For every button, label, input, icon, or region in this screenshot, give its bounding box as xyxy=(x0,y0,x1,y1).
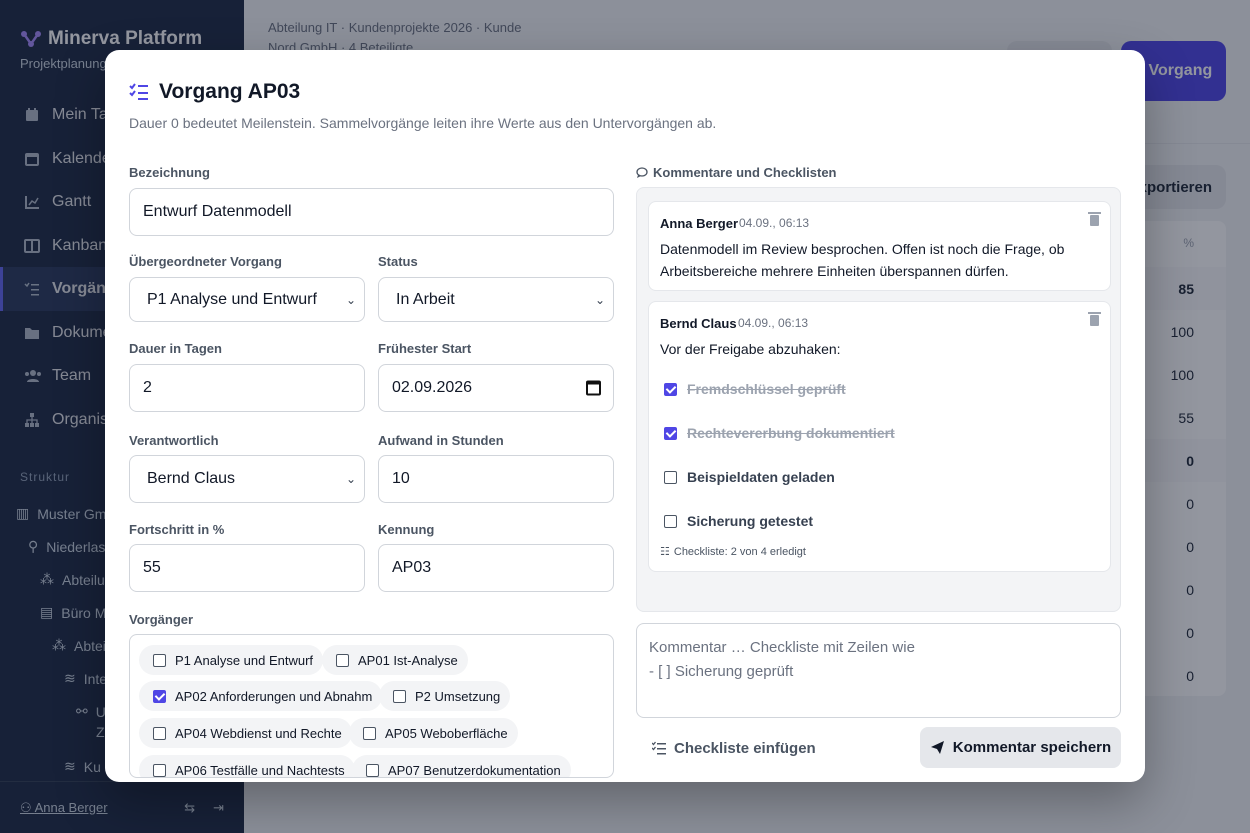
checkbox[interactable] xyxy=(664,514,677,528)
checklist-label: Sicherung getestet xyxy=(687,513,814,529)
predecessor-chip[interactable]: AP02 Anforderungen und Abnahm xyxy=(139,681,383,711)
predecessor-chip[interactable]: AP01 Ist-Analyse xyxy=(322,645,468,675)
status-label: Status xyxy=(378,254,418,269)
trash-icon[interactable] xyxy=(1088,312,1101,326)
checklist-label: Beispieldaten geladen xyxy=(687,469,835,485)
comments-heading: Kommentare und Checklisten xyxy=(636,165,837,180)
list-check-icon xyxy=(652,741,666,755)
effort-input[interactable]: 10 xyxy=(378,455,614,503)
comment-text: Vor der Freigabe abzuhaken: xyxy=(660,341,841,357)
chip-label: AP02 Anforderungen und Abnahm xyxy=(175,688,373,704)
checkbox[interactable] xyxy=(393,689,406,703)
progress-input[interactable]: 55 xyxy=(129,544,365,592)
task-dialog: Vorgang AP03 Dauer 0 bedeutet Meilenstei… xyxy=(105,50,1145,782)
owner-value: Bernd Claus xyxy=(147,470,236,487)
name-label: Bezeichnung xyxy=(129,165,210,180)
calendar-icon[interactable] xyxy=(586,380,601,396)
checkbox[interactable] xyxy=(153,763,166,777)
chip-label: AP05 Weboberfläche xyxy=(385,725,508,741)
tasks-icon xyxy=(129,83,148,100)
predecessor-chip[interactable]: AP06 Testfälle und Nachtests xyxy=(139,755,355,778)
predecessor-chip[interactable]: P2 Umsetzung xyxy=(379,681,511,711)
chevron-down-icon: ⌄ xyxy=(345,292,356,307)
trash-icon[interactable] xyxy=(1088,212,1101,226)
comment-time: 04.09., 06:13 xyxy=(738,316,809,330)
predecessor-chip[interactable]: P1 Analyse und Entwurf xyxy=(139,645,324,675)
start-label: Frühester Start xyxy=(378,341,472,356)
chip-label: P1 Analyse und Entwurf xyxy=(175,652,314,668)
duration-input[interactable]: 2 xyxy=(129,364,365,412)
owner-select[interactable]: Bernd Claus ⌄ xyxy=(129,455,365,503)
dialog-title-text: Vorgang AP03 xyxy=(159,80,301,103)
checkbox[interactable] xyxy=(336,653,349,667)
comment-card: Anna Berger 04.09., 06:13 Datenmodell im… xyxy=(648,201,1111,291)
save-comment-label: Kommentar speichern xyxy=(952,739,1112,756)
checkbox[interactable] xyxy=(153,653,166,667)
list-check-icon: ☷ xyxy=(660,546,670,558)
comment-text: Datenmodell im Review besprochen. Offen … xyxy=(660,241,1065,257)
checklist-summary-text: Checkliste: 2 von 4 erledigt xyxy=(673,545,806,558)
comment-author: Anna Berger xyxy=(660,216,739,231)
comment-time: 04.09., 06:13 xyxy=(739,216,810,230)
id-label: Kennung xyxy=(378,522,435,537)
owner-label: Verantwortlich xyxy=(129,433,219,448)
checkbox[interactable] xyxy=(664,470,677,484)
predecessor-chip[interactable]: AP04 Webdienst und Rechte xyxy=(139,718,352,748)
checklist-summary: ☷ Checkliste: 2 von 4 erledigt xyxy=(660,545,806,559)
checklist-label: Rechtevererbung dokumentiert xyxy=(687,425,895,441)
chip-label: AP07 Benutzerdokumentation xyxy=(388,762,561,778)
checkbox[interactable] xyxy=(363,726,376,740)
name-input[interactable]: Entwurf Datenmodell xyxy=(129,188,614,236)
insert-checklist-button[interactable]: Checkliste einfügen xyxy=(652,730,816,766)
checkbox[interactable] xyxy=(153,689,166,703)
chip-label: P2 Umsetzung xyxy=(415,688,501,704)
dialog-subtitle: Dauer 0 bedeutet Meilenstein. Sammelvorg… xyxy=(129,115,717,131)
checkbox[interactable] xyxy=(153,726,166,740)
dialog-title: Vorgang AP03 xyxy=(129,80,300,104)
checkbox[interactable] xyxy=(664,382,677,396)
predecessor-chip[interactable]: AP05 Weboberfläche xyxy=(349,718,518,748)
chip-label: AP04 Webdienst und Rechte xyxy=(175,725,342,741)
progress-label: Fortschritt in % xyxy=(129,522,225,537)
effort-label: Aufwand in Stunden xyxy=(378,433,504,448)
duration-label: Dauer in Tagen xyxy=(129,341,222,356)
comments-panel: Anna Berger 04.09., 06:13 Datenmodell im… xyxy=(636,187,1121,612)
comment-textarea[interactable]: Kommentar … Checkliste mit Zeilen wie - … xyxy=(636,623,1121,718)
parent-value: P1 Analyse und Entwurf xyxy=(147,290,317,308)
checklist-item[interactable]: Rechtevererbung dokumentiert xyxy=(664,425,895,441)
checkbox[interactable] xyxy=(664,426,677,440)
chip-label: AP06 Testfälle und Nachtests xyxy=(175,762,345,778)
comments-heading-text: Kommentare und Checklisten xyxy=(653,165,837,180)
start-value: 02.09.2026 xyxy=(392,379,473,396)
checklist-item[interactable]: Sicherung getestet xyxy=(664,513,813,529)
save-comment-button[interactable]: Kommentar speichern xyxy=(920,727,1121,768)
send-icon xyxy=(930,741,944,754)
checkbox[interactable] xyxy=(366,763,379,777)
chip-label: AP01 Ist-Analyse xyxy=(358,652,458,668)
comment-card: Bernd Claus 04.09., 06:13 Vor der Freiga… xyxy=(648,301,1111,572)
predecessor-chip[interactable]: AP07 Benutzerdokumentation xyxy=(352,755,571,778)
status-select[interactable]: In Arbeit ⌄ xyxy=(378,277,614,322)
comment-icon xyxy=(636,166,648,178)
parent-label: Übergeordneter Vorgang xyxy=(129,254,282,269)
predecessor-label: Vorgänger xyxy=(129,612,194,627)
checklist-item[interactable]: Beispieldaten geladen xyxy=(664,469,835,485)
id-input[interactable]: AP03 xyxy=(378,544,614,592)
parent-select[interactable]: P1 Analyse und Entwurf ⌄ xyxy=(129,277,365,322)
comment-text: Arbeitsbereiche mehrere Einheiten übersp… xyxy=(660,263,1009,279)
comment-author: Bernd Claus xyxy=(660,316,737,331)
checklist-label: Fremdschlüssel geprüft xyxy=(687,381,846,397)
predecessor-list: P1 Analyse und Entwurf AP01 Ist-Analyse … xyxy=(129,634,614,778)
checklist-item[interactable]: Fremdschlüssel geprüft xyxy=(664,381,846,397)
status-value: In Arbeit xyxy=(396,290,455,308)
chevron-down-icon: ⌄ xyxy=(594,292,605,307)
start-date-input[interactable]: 02.09.2026 xyxy=(378,364,614,412)
insert-checklist-label: Checkliste einfügen xyxy=(674,739,816,757)
chevron-down-icon: ⌄ xyxy=(345,472,356,486)
